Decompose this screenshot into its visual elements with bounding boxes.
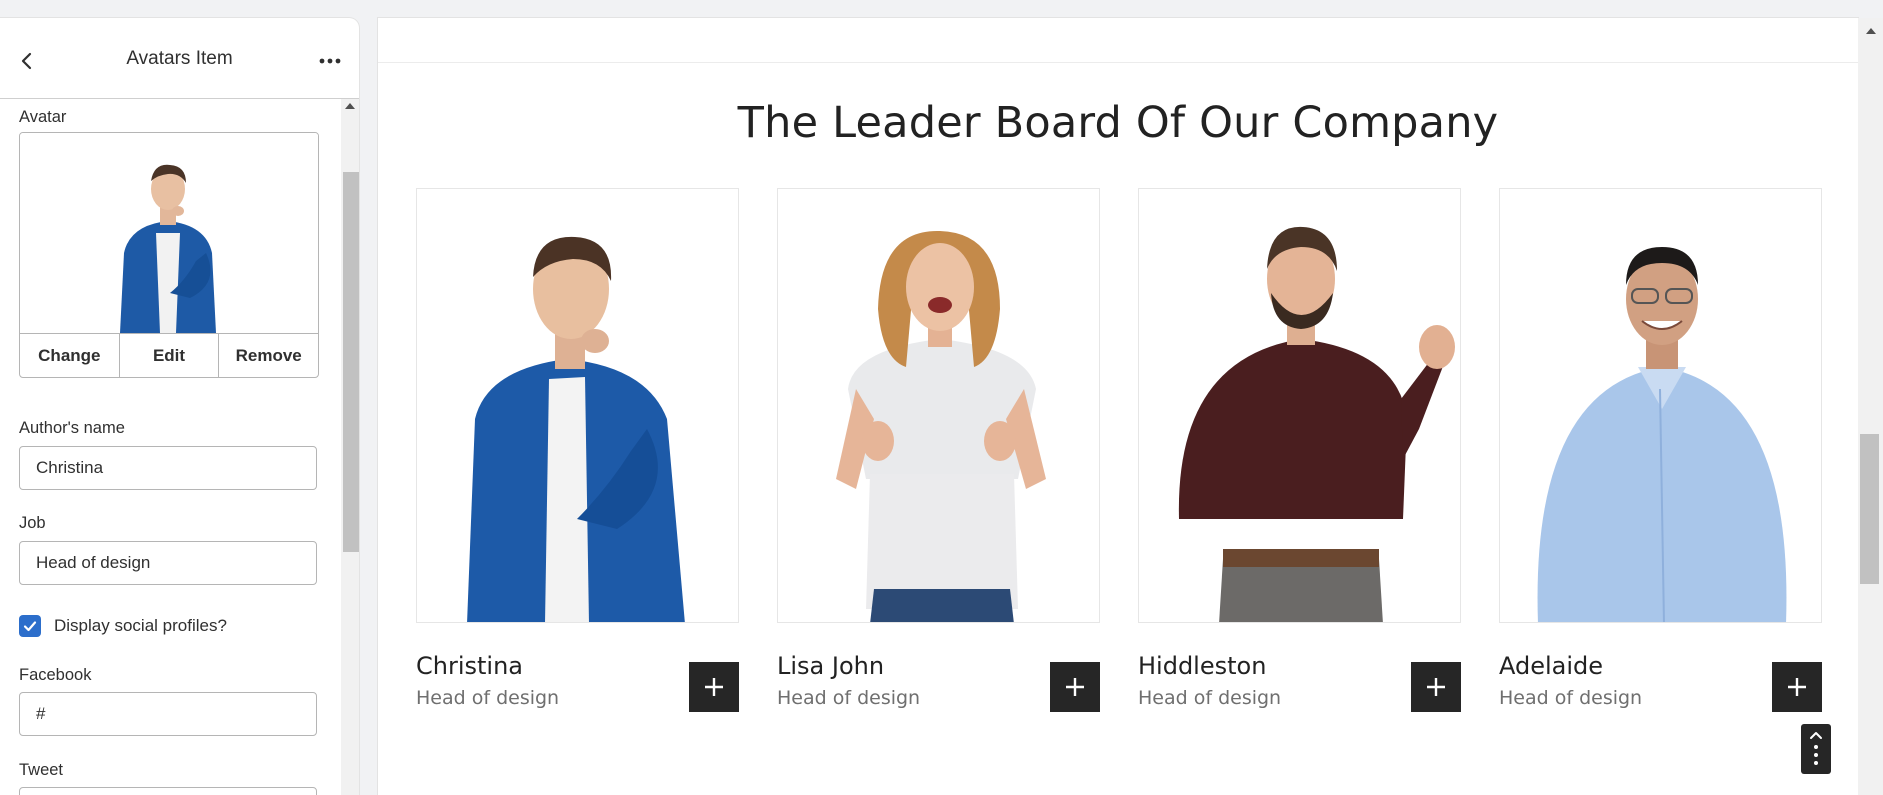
scroll-up-arrow-icon[interactable] — [345, 103, 355, 109]
member-expand-button[interactable] — [1411, 662, 1461, 712]
remove-avatar-button[interactable]: Remove — [219, 334, 318, 377]
team-member-card[interactable]: Christina Head of design — [416, 188, 739, 712]
editor-panel: Avatars Item Avatar Change Edit Remove A… — [0, 18, 359, 795]
tweet-input[interactable]: # — [19, 787, 317, 795]
plus-icon — [1066, 678, 1084, 696]
member-expand-button[interactable] — [1772, 662, 1822, 712]
display-social-label: Display social profiles? — [54, 616, 227, 635]
avatar-preview-image — [20, 133, 318, 334]
facebook-input[interactable]: # — [19, 692, 317, 736]
section-title: The Leader Board Of Our Company — [737, 98, 1499, 148]
member-photo — [777, 188, 1100, 623]
scroll-up-arrow-icon[interactable] — [1866, 28, 1876, 34]
panel-scrollbar-thumb[interactable] — [343, 172, 359, 552]
preview-scrollbar-thumb[interactable] — [1860, 434, 1879, 584]
tweet-label: Tweet — [19, 761, 64, 779]
member-photo — [416, 188, 739, 623]
team-member-card[interactable]: Adelaide Head of design — [1499, 188, 1822, 712]
preview-top-section — [378, 18, 1858, 63]
avatar-actions: Change Edit Remove — [20, 334, 318, 377]
member-photo — [1499, 188, 1822, 623]
team-member-card[interactable]: Lisa John Head of design — [777, 188, 1100, 712]
scroll-to-top-button[interactable] — [1801, 724, 1831, 774]
panel-body[interactable]: Avatar Change Edit Remove Author's name … — [0, 99, 340, 795]
team-member-card[interactable]: Hiddleston Head of design — [1138, 188, 1461, 712]
avatar-label: Avatar — [19, 108, 67, 126]
job-input[interactable]: Head of design — [19, 541, 317, 585]
display-social-checkbox[interactable]: Display social profiles? — [19, 615, 227, 637]
change-avatar-button[interactable]: Change — [20, 334, 120, 377]
more-options-button[interactable] — [317, 48, 343, 74]
member-job: Head of design — [777, 687, 921, 709]
more-horizontal-icon — [319, 58, 341, 64]
edit-avatar-button[interactable]: Edit — [120, 334, 220, 377]
member-name: Hiddleston — [1138, 652, 1267, 680]
chevron-up-dots-icon — [1810, 732, 1822, 765]
member-expand-button[interactable] — [1050, 662, 1100, 712]
plus-icon — [1427, 678, 1445, 696]
author-name-input[interactable]: Christina — [19, 446, 317, 490]
panel-scrollbar[interactable] — [341, 99, 359, 795]
member-job: Head of design — [416, 687, 560, 709]
member-job: Head of design — [1499, 687, 1643, 709]
plus-icon — [705, 678, 723, 696]
member-name: Lisa John — [777, 652, 885, 680]
member-expand-button[interactable] — [689, 662, 739, 712]
panel-header: Avatars Item — [0, 18, 359, 99]
checkbox-checked-icon[interactable] — [19, 615, 41, 637]
author-name-label: Author's name — [19, 419, 125, 437]
preview-scrollbar[interactable] — [1858, 18, 1883, 795]
preview-canvas: The Leader Board Of Our Company Christin… — [378, 18, 1858, 795]
avatar-picker: Change Edit Remove — [19, 132, 319, 378]
panel-title: Avatars Item — [126, 48, 233, 69]
member-name: Adelaide — [1499, 652, 1604, 680]
job-label: Job — [19, 514, 46, 532]
facebook-label: Facebook — [19, 666, 92, 684]
member-job: Head of design — [1138, 687, 1282, 709]
member-photo — [1138, 188, 1461, 623]
plus-icon — [1788, 678, 1806, 696]
member-name: Christina — [416, 652, 524, 680]
